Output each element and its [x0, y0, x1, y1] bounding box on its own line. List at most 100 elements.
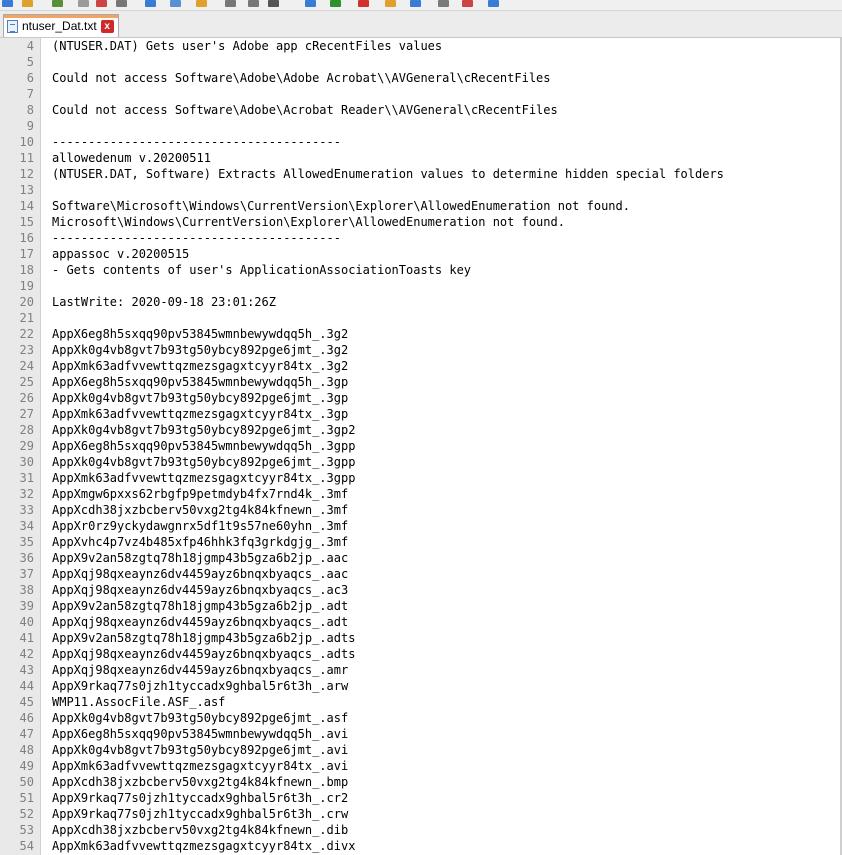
line-text: Software\Microsoft\Windows\CurrentVersio… — [52, 199, 630, 213]
line-number: 11 — [19, 151, 34, 165]
editor-line: 50 AppXcdh38jxzbcberv50vxg2tg4k84kfnewn_.… — [0, 774, 842, 790]
new-file-icon[interactable] — [2, 0, 13, 7]
line-number: 28 — [19, 423, 34, 437]
line-number: 39 — [19, 599, 34, 613]
line-text: AppXcdh38jxzbcberv50vxg2tg4k84kfnewn_.bm… — [52, 775, 349, 789]
line-number: 47 — [19, 727, 34, 741]
editor-line: 20 LastWrite: 2020-09-18 23:01:26Z — [0, 294, 842, 310]
line-number: 4 — [26, 39, 34, 53]
line-number: 20 — [19, 295, 34, 309]
line-number: 23 — [19, 343, 34, 357]
line-text — [40, 182, 52, 198]
editor-line: 13 — [0, 182, 842, 198]
find-icon[interactable] — [268, 0, 279, 7]
line-text: AppXmgw6pxxs62rbgfp9petmdyb4fx7rnd4k_.3m… — [52, 487, 349, 501]
text-lines: 4 (NTUSER.DAT) Gets user's Adobe app cRec… — [0, 38, 842, 854]
undo-icon[interactable] — [225, 0, 236, 7]
save-all-icon[interactable] — [78, 0, 89, 7]
editor-line: 32 AppXmgw6pxxs62rbgfp9petmdyb4fx7rnd4k_.… — [0, 486, 842, 502]
editor-line: 51 AppX9rkaq77s0jzh1tyccadx9ghbal5r6t3h_.… — [0, 790, 842, 806]
editor-line: 7 — [0, 86, 842, 102]
line-text: AppXmk63adfvvewttqzmezsgagxtcyyr84tx_.di… — [52, 839, 356, 853]
editor-line: 39 AppX9v2an58zgtq78h18jgmp43b5gza6b2jp_.… — [0, 598, 842, 614]
editor-line: 38 AppXqj98qxeaynz6dv4459ayz6bnqxbyaqcs_.… — [0, 582, 842, 598]
line-text: AppXk0g4vb8gvt7b93tg50ybcy892pge6jmt_.av… — [52, 743, 349, 757]
line-text: ---------------------------------------- — [52, 135, 341, 149]
editor-line: 19 — [0, 278, 842, 294]
zoom-out-icon[interactable] — [358, 0, 369, 7]
line-text: AppX9rkaq77s0jzh1tyccadx9ghbal5r6t3h_.cr… — [52, 807, 349, 821]
line-number: 21 — [19, 311, 34, 325]
replace-icon[interactable] — [305, 0, 316, 7]
line-number: 27 — [19, 407, 34, 421]
line-text: AppXmk63adfvvewttqzmezsgagxtcyyr84tx_.3g… — [52, 471, 356, 485]
line-number: 45 — [19, 695, 34, 709]
sync-icon[interactable] — [385, 0, 396, 7]
editor-line: 45 WMP11.AssocFile.ASF_.asf — [0, 694, 842, 710]
line-number: 15 — [19, 215, 34, 229]
line-number: 10 — [19, 135, 34, 149]
line-number: 40 — [19, 615, 34, 629]
line-text: AppXr0rz9yckydawgnrx5df1t9s57ne60yhn_.3m… — [52, 519, 349, 533]
line-text: AppX6eg8h5sxqq90pv53845wmnbewywdqq5h_.3g… — [52, 375, 349, 389]
line-number: 51 — [19, 791, 34, 805]
editor-line: 28 AppXk0g4vb8gvt7b93tg50ybcy892pge6jmt_.… — [0, 422, 842, 438]
indent-icon[interactable] — [438, 0, 449, 7]
print-icon[interactable] — [116, 0, 127, 7]
line-text: Could not access Software\Adobe\Acrobat … — [52, 103, 558, 117]
zoom-in-icon[interactable] — [330, 0, 341, 7]
line-number: 13 — [19, 183, 34, 197]
editor-line: 34 AppXr0rz9yckydawgnrx5df1t9s57ne60yhn_.… — [0, 518, 842, 534]
editor-line: 40 AppXqj98qxeaynz6dv4459ayz6bnqxbyaqcs_.… — [0, 614, 842, 630]
line-text — [40, 86, 52, 102]
editor-line: 31 AppXmk63adfvvewttqzmezsgagxtcyyr84tx_.… — [0, 470, 842, 486]
line-text: AppXk0g4vb8gvt7b93tg50ybcy892pge6jmt_.3g… — [52, 423, 356, 437]
paste-icon[interactable] — [196, 0, 207, 7]
line-number: 25 — [19, 375, 34, 389]
line-number: 42 — [19, 647, 34, 661]
editor-line: 17 appassoc v.20200515 — [0, 246, 842, 262]
editor-line: 54 AppXmk63adfvvewttqzmezsgagxtcyyr84tx_.… — [0, 838, 842, 854]
cut-icon[interactable] — [145, 0, 156, 7]
tab-ntuser-dat[interactable]: ntuser_Dat.txt x — [3, 14, 119, 37]
macro-record-icon[interactable] — [462, 0, 473, 7]
line-number: 54 — [19, 839, 34, 853]
line-number: 32 — [19, 487, 34, 501]
line-text: AppXk0g4vb8gvt7b93tg50ybcy892pge6jmt_.3g… — [52, 455, 356, 469]
line-number: 14 — [19, 199, 34, 213]
line-number: 48 — [19, 743, 34, 757]
copy-icon[interactable] — [170, 0, 181, 7]
editor-line: 44 AppX9rkaq77s0jzh1tyccadx9ghbal5r6t3h_.… — [0, 678, 842, 694]
save-icon[interactable] — [52, 0, 63, 7]
line-text: - Gets contents of user's ApplicationAss… — [52, 263, 472, 277]
line-text: appassoc v.20200515 — [52, 247, 190, 261]
editor-line: 8 Could not access Software\Adobe\Acrobat… — [0, 102, 842, 118]
line-number: 16 — [19, 231, 34, 245]
editor-line: 43 AppXqj98qxeaynz6dv4459ayz6bnqxbyaqcs_.… — [0, 662, 842, 678]
line-text: AppXmk63adfvvewttqzmezsgagxtcyyr84tx_.3g… — [52, 359, 349, 373]
line-number: 17 — [19, 247, 34, 261]
editor-line: 25 AppX6eg8h5sxqq90pv53845wmnbewywdqq5h_.… — [0, 374, 842, 390]
wrap-icon[interactable] — [410, 0, 421, 7]
toolbar — [0, 0, 842, 11]
line-text: WMP11.AssocFile.ASF_.asf — [52, 695, 226, 709]
line-text: AppX6eg8h5sxqq90pv53845wmnbewywdqq5h_.av… — [52, 727, 349, 741]
editor-line: 41 AppX9v2an58zgtq78h18jgmp43b5gza6b2jp_.… — [0, 630, 842, 646]
line-number: 24 — [19, 359, 34, 373]
line-number: 49 — [19, 759, 34, 773]
tab-close-icon[interactable]: x — [100, 19, 114, 33]
line-number: 44 — [19, 679, 34, 693]
line-text: Microsoft\Windows\CurrentVersion\Explore… — [52, 215, 565, 229]
editor-line: 4 (NTUSER.DAT) Gets user's Adobe app cRec… — [0, 38, 842, 54]
line-text: AppXqj98qxeaynz6dv4459ayz6bnqxbyaqcs_.ad… — [52, 615, 349, 629]
open-file-icon[interactable] — [22, 0, 33, 7]
editor-line: 33 AppXcdh38jxzbcberv50vxg2tg4k84kfnewn_.… — [0, 502, 842, 518]
macro-play-icon[interactable] — [488, 0, 499, 7]
line-number: 46 — [19, 711, 34, 725]
close-icon[interactable] — [96, 0, 107, 7]
text-editor[interactable]: 4 (NTUSER.DAT) Gets user's Adobe app cRec… — [0, 38, 842, 855]
editor-line: 6 Could not access Software\Adobe\Adobe A… — [0, 70, 842, 86]
editor-line: 12 (NTUSER.DAT, Software) Extracts Allowe… — [0, 166, 842, 182]
editor-line: 21 — [0, 310, 842, 326]
redo-icon[interactable] — [248, 0, 259, 7]
